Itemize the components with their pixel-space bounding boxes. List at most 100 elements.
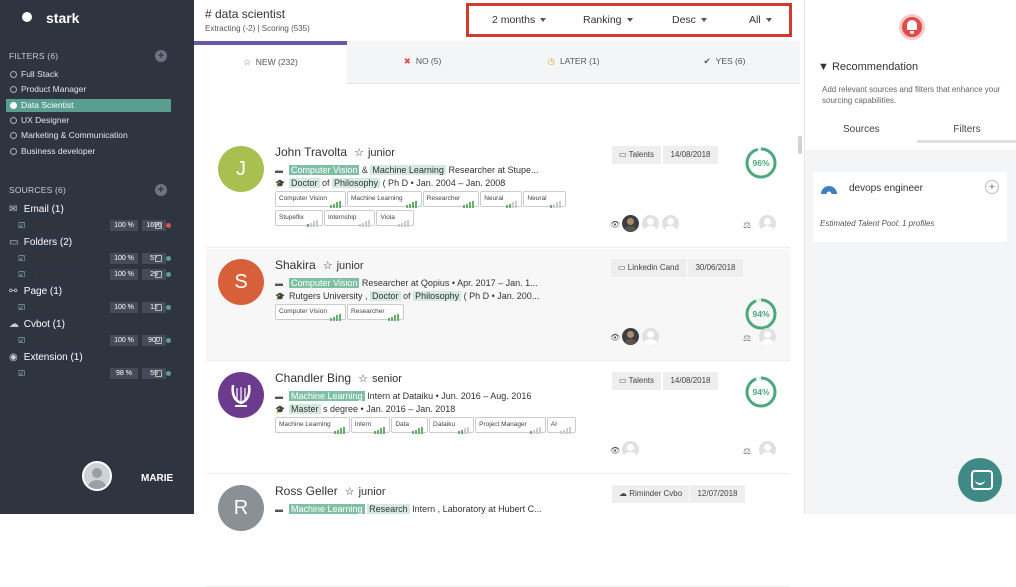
checkbox-icon[interactable]: ☑ [18,268,25,281]
filter-item[interactable]: Marketing & Communication [6,129,171,142]
job-card[interactable]: devops engineer + Estimated Talent Pool:… [813,172,1007,242]
assignee-avatar[interactable] [759,215,776,232]
star-icon[interactable]: ☆ [351,147,364,159]
skill-tag[interactable]: Computer Vision [275,191,346,209]
add-filter-icon[interactable]: + [155,50,167,62]
devops-icon [821,186,837,197]
viewer-avatar[interactable] [642,215,659,232]
skill-tag[interactable]: Data [391,417,429,435]
link-icon: ⚯ [9,286,18,297]
seniority-level: junior [367,147,395,159]
skill-tag[interactable]: Internship [323,210,376,228]
source-item[interactable]: ☑ talents 98 % 59 [18,367,178,380]
viewer-avatar[interactable] [662,215,679,232]
skill-level-bars [412,420,424,435]
filter-item[interactable]: Product Manager [6,83,171,96]
source-badge[interactable]: ▭ Talents [612,146,661,164]
eye-icon[interactable]: 👁 [610,220,620,229]
tab-yes[interactable]: ✔ YES (6) [649,41,800,84]
scale-icon[interactable]: ⚖ [743,333,751,344]
checkbox-icon[interactable]: ☑ [18,334,25,347]
skill-tag[interactable]: AI [546,417,576,435]
source-item[interactable]: ☑ Linkedin Ca... 100 % 29 [18,268,178,281]
skill-tag[interactable]: Researcher [346,304,404,322]
skill-tag[interactable]: Project Manager [475,417,546,435]
filter-item[interactable]: Data Scientist [6,98,171,112]
user-profile[interactable]: MARIE [72,461,173,491]
line2: 🎓 Rutgers University , Doctor of Philosop… [275,291,540,301]
skill-tag[interactable]: Intern [350,417,391,435]
brand-name: stark [46,10,80,26]
scale-icon[interactable]: ⚖ [743,446,751,457]
star-icon: ☆ [243,57,251,67]
checkbox-icon[interactable]: ☑ [18,252,25,265]
tab-no[interactable]: ✖ NO (5) [347,41,498,84]
scale-icon[interactable]: ⚖ [743,220,751,231]
source-item[interactable]: ☑ HEC 100 % 12 [18,301,178,314]
skill-level-bars [549,194,562,209]
source-badge[interactable]: ▭ Linkedin Cand [611,259,686,277]
bell-icon[interactable] [899,14,925,40]
tab-filters[interactable]: Filters [917,124,1016,143]
skill-tag[interactable]: Viola [376,210,414,228]
star-icon[interactable]: ☆ [355,373,368,385]
assignee-avatar[interactable] [759,328,776,345]
skill-tag[interactable]: Researcher [422,191,480,209]
checkbox-icon[interactable]: ☑ [18,301,25,314]
candidate-card[interactable]: J John Travolta ☆ junior ▬ Computer Vision &… [206,136,790,248]
filter-item[interactable]: UX Designer [6,114,171,127]
eye-icon[interactable]: 👁 [610,333,620,342]
skill-level-bars [397,213,410,228]
star-icon[interactable]: ☆ [320,260,333,272]
order-dropdown[interactable]: Desc [672,14,707,26]
avatar [82,461,112,491]
chat-icon[interactable] [958,458,1002,502]
source-name: talents [31,367,67,380]
tab-new[interactable]: ☆ NEW (232) [194,41,347,84]
source-group[interactable]: ▭ Folders (2) [9,237,72,248]
tab-later[interactable]: ◷ LATER (1) [498,41,649,84]
sort-dropdown[interactable]: Ranking [583,14,633,26]
scope-dropdown[interactable]: All [749,14,772,26]
page-title: # data scientist [205,7,286,21]
candidate-name[interactable]: Shakira ☆ junior [275,258,364,272]
source-item[interactable]: ☑ Riminder Cv... 100 % 900 [18,334,178,347]
filter-item[interactable]: Business developer [6,145,171,158]
skill-tag[interactable]: Stupeflix [275,210,323,228]
add-source-icon[interactable]: + [155,184,167,196]
viewer-avatar[interactable] [622,215,639,232]
source-item[interactable]: ☑ Othmane's F... 100 % 57 [18,252,178,265]
checkbox-icon[interactable]: ☑ [18,219,25,232]
checkbox-icon[interactable]: ☑ [18,367,25,380]
skill-tag[interactable]: Computer Vision [275,304,346,322]
star-icon[interactable]: ☆ [342,486,355,498]
assignee-avatar[interactable] [759,441,776,458]
source-group[interactable]: ✉ Email (1) [9,204,64,215]
skill-tag[interactable]: Neural [480,191,523,209]
scrollbar[interactable] [798,136,802,154]
source-badge[interactable]: ☁ Riminder Cvbo [612,485,690,503]
candidate-card[interactable]: R Ross Geller ☆ junior ▬ Machine Learning Re… [206,475,790,587]
candidate-name[interactable]: John Travolta ☆ junior [275,145,395,159]
add-icon[interactable]: + [985,180,999,194]
eye-icon[interactable]: 👁 [610,446,620,455]
skill-tag[interactable]: Machine Learning [346,191,422,209]
candidate-card[interactable]: Chandler Bing ☆ senior ▬ Machine Learning I… [206,362,790,474]
source-group[interactable]: ◉ Extension (1) [9,352,83,363]
candidate-name[interactable]: Chandler Bing ☆ senior [275,371,402,385]
source-group[interactable]: ⚯ Page (1) [9,286,62,297]
viewer-avatar[interactable] [622,328,639,345]
viewer-avatar[interactable] [642,328,659,345]
source-group[interactable]: ☁ Cvbot (1) [9,319,65,330]
skill-tag[interactable]: Dataiku [429,417,475,435]
period-dropdown[interactable]: 2 months [492,14,547,26]
skill-tag[interactable]: Neural [523,191,566,209]
filter-item[interactable]: Full Stack [6,68,171,81]
viewer-avatar[interactable] [622,441,639,458]
source-badge[interactable]: ▭ Talents [612,372,661,390]
tab-sources[interactable]: Sources [843,124,880,135]
candidate-card[interactable]: S Shakira ☆ junior ▬ Computer Vision Researc… [206,249,790,361]
candidate-name[interactable]: Ross Geller ☆ junior [275,484,386,498]
skill-tag[interactable]: Machine Learning [275,417,350,435]
source-item[interactable]: ☑ Riminder In... 100 % 1696 [18,219,178,232]
